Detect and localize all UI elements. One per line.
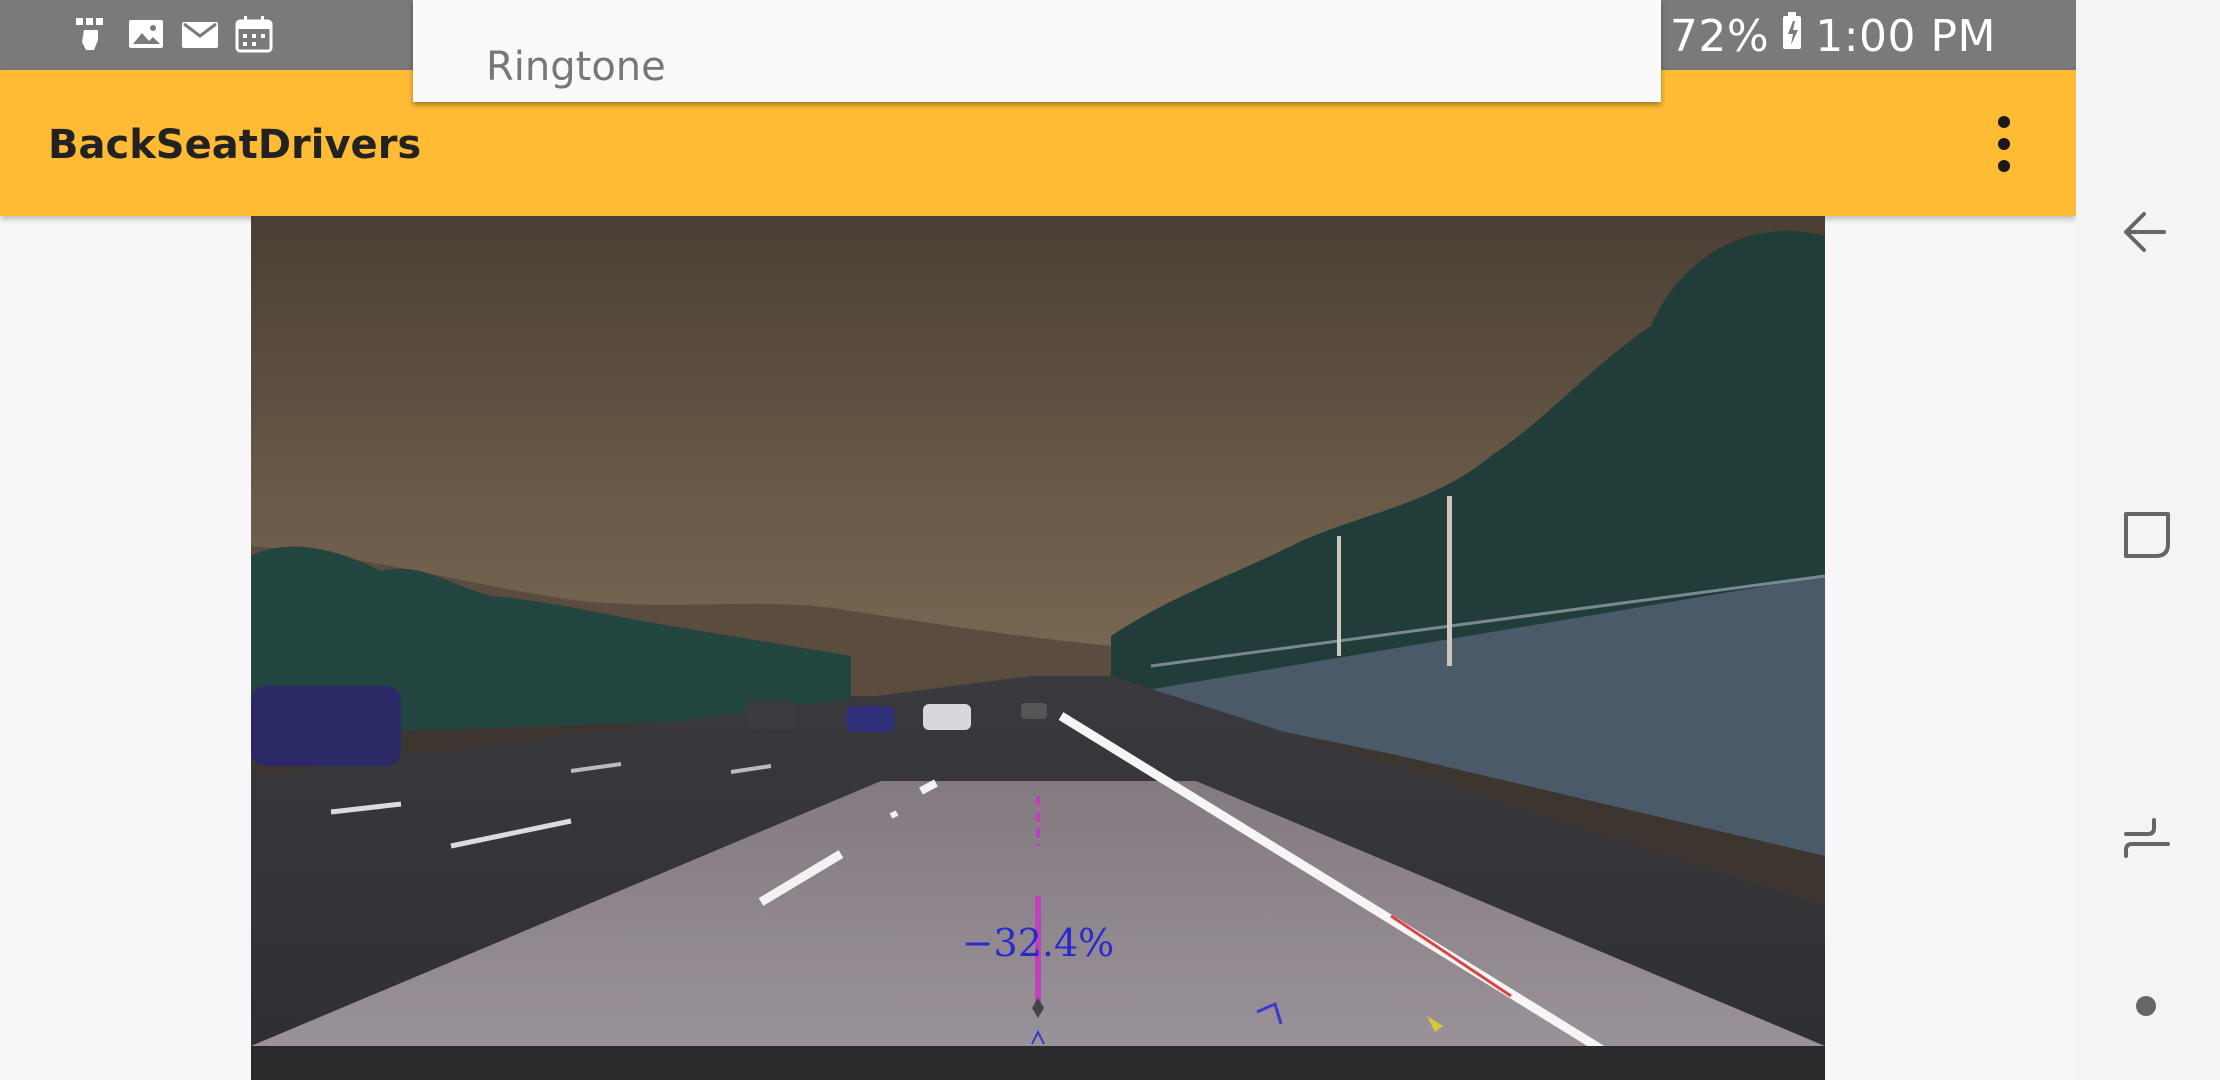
- more-vert-icon[interactable]: [1992, 116, 2016, 174]
- battery-percent: 72%: [1669, 10, 1770, 62]
- notification-text: Ringtone: [486, 44, 666, 90]
- camera-view: −32.4%: [251, 216, 1825, 1080]
- mail-icon: [180, 14, 220, 54]
- image-icon: [126, 14, 166, 54]
- switch-apps-icon[interactable]: [2114, 806, 2182, 874]
- heads-up-notification[interactable]: Ringtone: [413, 0, 1661, 102]
- calendar-icon: [234, 14, 274, 54]
- back-icon[interactable]: [2114, 198, 2182, 266]
- navigation-bar: [2076, 0, 2220, 1080]
- status-notification-icons: [72, 14, 274, 54]
- car-left: [251, 686, 401, 766]
- robot-hand-icon: [72, 14, 112, 54]
- lane-detection-frame: −32.4%: [251, 216, 1825, 1080]
- app-title: BackSeatDrivers: [48, 122, 422, 168]
- clock: 1:00 PM: [1815, 10, 1996, 62]
- recents-icon[interactable]: [2114, 500, 2182, 568]
- status-right: 72% 1:00 PM: [1622, 8, 1996, 64]
- battery-charging-icon: [1781, 11, 1803, 62]
- lane-offset-label: −32.4%: [962, 921, 1115, 965]
- home-dot-icon[interactable]: [2114, 972, 2182, 1040]
